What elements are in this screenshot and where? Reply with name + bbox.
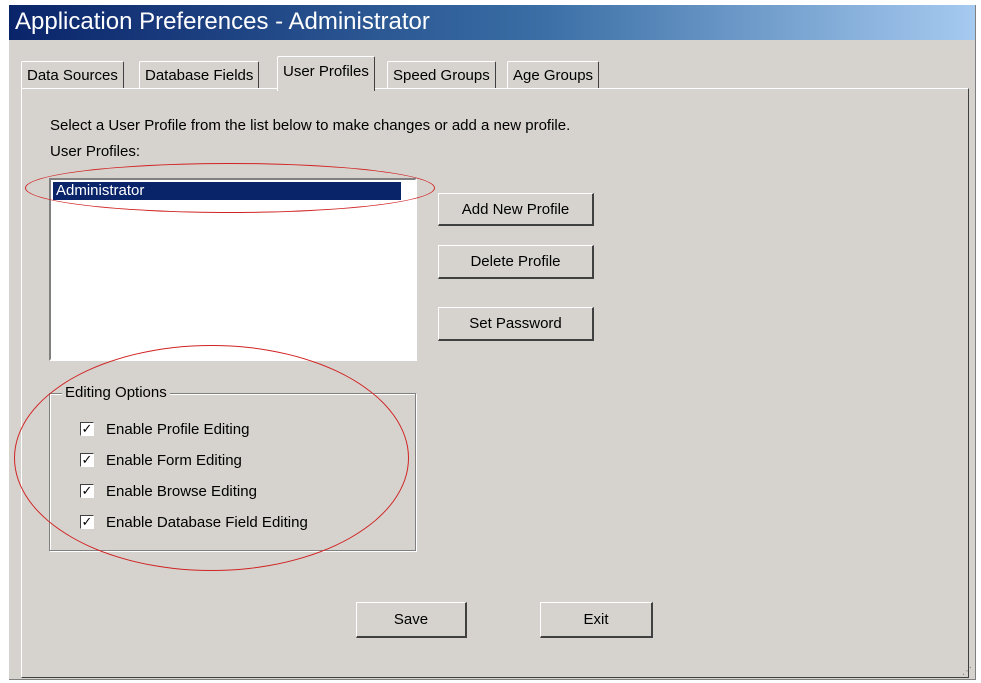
set-password-button[interactable]: Set Password (438, 307, 594, 341)
check-icon[interactable]: ✓ (80, 515, 94, 529)
tab-database-fields[interactable]: Database Fields (139, 61, 260, 89)
tab-speed-groups[interactable]: Speed Groups (387, 61, 496, 89)
tab-age-groups[interactable]: Age Groups (507, 61, 600, 89)
tab-user-profiles[interactable]: User Profiles (277, 56, 375, 91)
profile-item-administrator[interactable]: Administrator (53, 182, 401, 200)
user-profiles-listbox[interactable]: Administrator (49, 178, 417, 361)
check-icon[interactable]: ✓ (80, 453, 94, 467)
preferences-window: Application Preferences - Administrator … (9, 5, 976, 680)
instructions-text: Select a User Profile from the list belo… (50, 117, 571, 134)
window-title: Application Preferences - Administrator (15, 8, 430, 35)
option-label: Enable Form Editing (106, 452, 242, 469)
user-profiles-label: User Profiles: (50, 143, 141, 160)
option-label: Enable Profile Editing (106, 421, 250, 438)
add-new-profile-button[interactable]: Add New Profile (438, 193, 594, 226)
option-label: Enable Browse Editing (106, 483, 257, 500)
editing-options-title: Editing Options (62, 384, 170, 401)
editing-options-group: Editing Options ✓ Enable Profile Editing… (49, 384, 416, 551)
tab-panel-user-profiles (21, 88, 969, 678)
check-icon[interactable]: ✓ (80, 484, 94, 498)
option-label: Enable Database Field Editing (106, 514, 308, 531)
save-button[interactable]: Save (356, 602, 467, 638)
delete-profile-button[interactable]: Delete Profile (438, 245, 594, 279)
title-bar[interactable]: Application Preferences - Administrator (9, 5, 975, 40)
check-icon[interactable]: ✓ (80, 422, 94, 436)
tab-data-sources[interactable]: Data Sources (21, 61, 124, 89)
exit-button[interactable]: Exit (540, 602, 653, 638)
resize-grip-icon[interactable]: ⋰ (962, 666, 972, 677)
